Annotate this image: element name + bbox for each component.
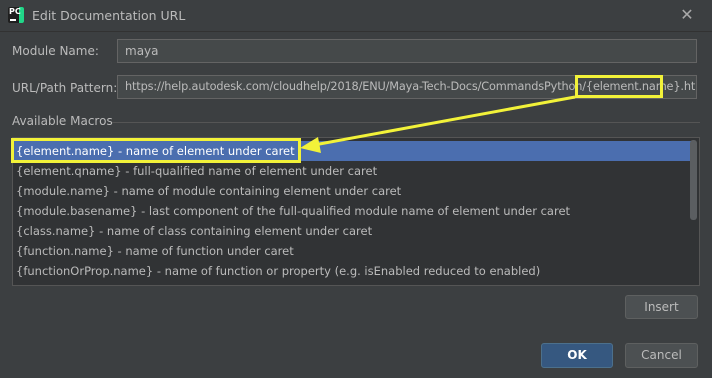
annotation-arrow: [300, 95, 576, 153]
